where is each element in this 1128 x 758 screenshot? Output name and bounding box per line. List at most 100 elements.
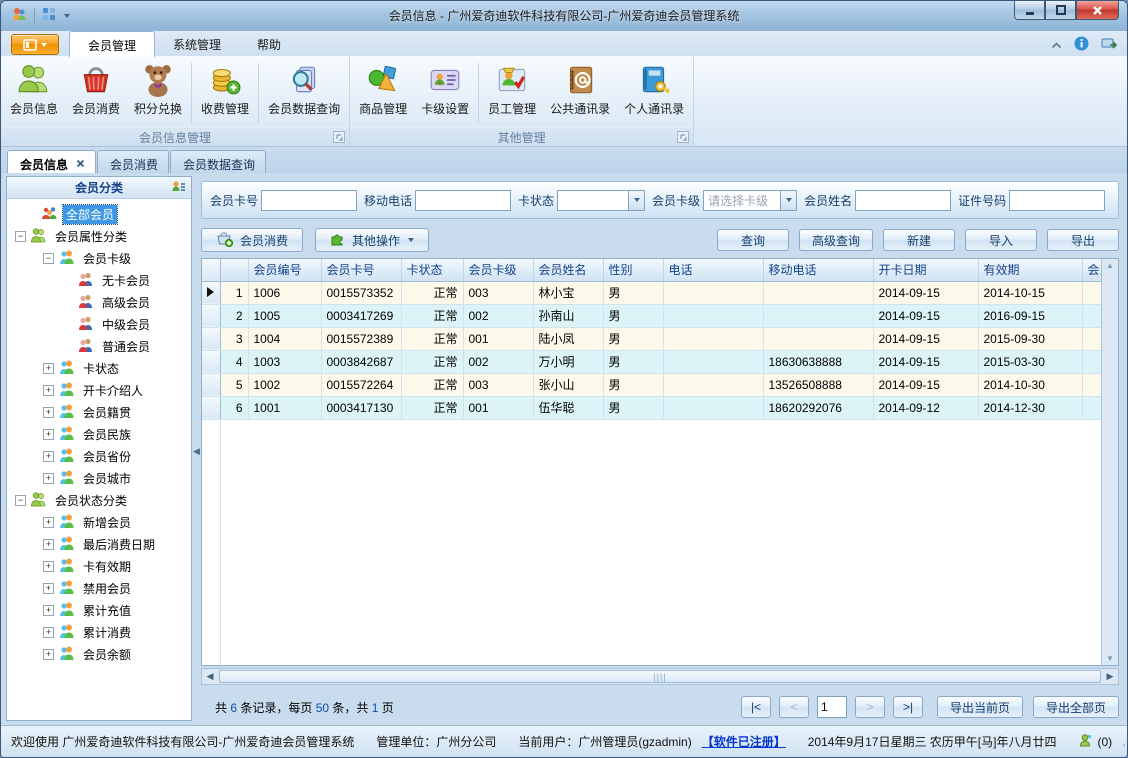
software-registered-link[interactable]: 【软件已注册】 (702, 733, 786, 750)
member-consume-button[interactable]: 会员消费 (201, 228, 304, 252)
dropdown-icon[interactable] (780, 190, 797, 210)
horizontal-scroll-thumb[interactable]: |||| (219, 670, 1101, 683)
tree-item-new-members[interactable]: + 新增会员 (7, 511, 191, 533)
query-button[interactable]: 查询 (716, 229, 789, 251)
tree-item-middle-member[interactable]: 中级会员 (7, 313, 191, 335)
table-row[interactable]: 1 1006 0015573352 正常 003 林小宝 男 2014-09-1… (202, 281, 1101, 305)
scroll-right-icon[interactable]: ▶ (1102, 671, 1118, 682)
tree-item-normal-member[interactable]: 普通会员 (7, 335, 191, 357)
column-header-card-status[interactable]: 卡状态 (401, 259, 464, 282)
card-no-input[interactable] (261, 189, 358, 211)
ribbon-tab-help[interactable]: 帮助 (239, 31, 299, 57)
ribbon-tab-member-mgmt[interactable]: 会员管理 (69, 31, 156, 57)
tree-expand-icon[interactable]: + (43, 362, 54, 374)
next-page-button[interactable]: > (855, 696, 885, 718)
table-row[interactable]: 3 1004 0015572389 正常 001 陆小凤 男 2014-09-1… (202, 327, 1101, 351)
tree-collapse-icon[interactable]: − (43, 252, 54, 264)
column-header-valid-until[interactable]: 有效期 (978, 259, 1083, 282)
column-header-phone[interactable]: 电话 (663, 259, 764, 282)
tree-expand-icon[interactable]: + (43, 560, 54, 572)
tree-item-no-card-member[interactable]: 无卡会员 (7, 269, 191, 291)
ribbon-button-member-consume[interactable]: 会员消费 (65, 59, 127, 127)
ribbon-tab-system-mgmt[interactable]: 系统管理 (155, 31, 239, 57)
ribbon-button-personal-contacts[interactable]: 个人通讯录 (617, 59, 691, 127)
column-header-member-name[interactable]: 会员姓名 (533, 259, 604, 282)
card-level-select[interactable]: 请选择卡级 (703, 189, 798, 211)
mobile-input[interactable] (415, 189, 512, 211)
online-user-icon[interactable] (1078, 733, 1093, 751)
tree-expand-icon[interactable]: + (43, 450, 54, 462)
ribbon-button-fee-mgmt[interactable]: 收费管理 (194, 59, 256, 127)
tree-expand-icon[interactable]: + (43, 538, 54, 550)
tree-expand-icon[interactable]: + (43, 428, 54, 440)
ribbon-button-staff-mgmt[interactable]: 员工管理 (481, 59, 543, 127)
ribbon-button-member-info[interactable]: 会员信息 (3, 59, 65, 127)
vertical-scrollbar[interactable]: ▲ ▼ (1101, 259, 1118, 665)
info-icon[interactable] (1074, 36, 1089, 54)
ribbon-button-card-level-settings[interactable]: 卡级设置 (414, 59, 476, 127)
tree-item-disabled-members[interactable]: + 禁用会员 (7, 577, 191, 599)
prev-page-button[interactable]: < (779, 696, 809, 718)
page-number-input[interactable] (817, 696, 847, 718)
tree-item-member-balance[interactable]: + 会员余额 (7, 643, 191, 665)
group-dialog-launcher-icon[interactable] (333, 131, 346, 143)
column-header-rownum[interactable] (220, 259, 249, 282)
tree-expand-icon[interactable]: + (43, 472, 54, 484)
table-row[interactable]: 4 1003 0003842687 正常 002 万小明 男 186306388… (202, 350, 1101, 374)
tree-collapse-icon[interactable]: − (15, 230, 26, 242)
tree-item-status-category[interactable]: − 会员状态分类 (7, 489, 191, 511)
tree-expand-icon[interactable]: + (43, 516, 54, 528)
maximize-button[interactable] (1045, 1, 1076, 20)
group-dialog-launcher-icon[interactable] (677, 131, 690, 143)
scroll-up-icon[interactable]: ▲ (1106, 261, 1114, 270)
horizontal-scrollbar[interactable]: ◀ |||| ▶ (201, 668, 1119, 685)
tree-collapse-icon[interactable]: − (15, 494, 26, 506)
column-header-open-date[interactable]: 开卡日期 (873, 259, 979, 282)
minimize-button[interactable] (1014, 1, 1045, 20)
id-no-input[interactable] (1009, 189, 1106, 211)
tree-expand-icon[interactable]: + (43, 406, 54, 418)
sidebar-splitter[interactable]: ◀ (192, 176, 200, 721)
doc-tab-member-info[interactable]: 会员信息 (7, 150, 97, 173)
tree-item-card-validity[interactable]: + 卡有效期 (7, 555, 191, 577)
card-status-select[interactable] (557, 189, 646, 211)
column-header-card-no[interactable]: 会员卡号 (321, 259, 402, 282)
export-all-pages-button[interactable]: 导出全部页 (1033, 696, 1119, 718)
switch-window-icon[interactable] (1101, 37, 1118, 54)
collapse-sidebar-icon[interactable]: ◀ (193, 446, 200, 457)
ribbon-button-member-data-query[interactable]: 会员数据查询 (261, 59, 347, 127)
scroll-left-icon[interactable]: ◀ (202, 671, 218, 682)
table-row[interactable]: 2 1005 0003417269 正常 002 孙南山 男 2014-09-1… (202, 304, 1101, 328)
resize-grip-icon[interactable]: ⡠⡢ (1122, 736, 1127, 747)
ribbon-button-goods-mgmt[interactable]: 商品管理 (352, 59, 414, 127)
tree-item-province[interactable]: + 会员省份 (7, 445, 191, 467)
table-row[interactable]: 5 1002 0015572264 正常 003 张小山 男 135265088… (202, 373, 1101, 397)
export-current-page-button[interactable]: 导出当前页 (937, 696, 1023, 718)
tree-item-attribute-category[interactable]: − 会员属性分类 (7, 225, 191, 247)
tree-expand-icon[interactable]: + (43, 604, 54, 616)
export-button[interactable]: 导出 (1047, 229, 1119, 251)
dropdown-icon[interactable] (628, 190, 645, 210)
category-settings-icon[interactable] (171, 180, 186, 198)
tree-item-total-recharge[interactable]: + 累计充值 (7, 599, 191, 621)
tree-item-city[interactable]: + 会员城市 (7, 467, 191, 489)
column-header-gender[interactable]: 性别 (603, 259, 664, 282)
close-button[interactable] (1076, 1, 1119, 20)
table-row[interactable]: 6 1001 0003417130 正常 001 伍华聪 男 186202920… (202, 396, 1101, 420)
tree-expand-icon[interactable]: + (43, 384, 54, 396)
column-header-card-level[interactable]: 会员卡级 (463, 259, 534, 282)
tree-item-senior-member[interactable]: 高级会员 (7, 291, 191, 313)
doc-tab-member-consume[interactable]: 会员消费 (97, 150, 170, 173)
tree-item-all-members[interactable]: 全部会员 (7, 203, 191, 225)
tree-item-last-consume-date[interactable]: + 最后消费日期 (7, 533, 191, 555)
doc-tab-member-data-query[interactable]: 会员数据查询 (170, 150, 267, 173)
scroll-down-icon[interactable]: ▼ (1106, 654, 1114, 663)
tree-item-card-status[interactable]: + 卡状态 (7, 357, 191, 379)
advanced-query-button[interactable]: 高级查询 (798, 229, 873, 251)
tree-expand-icon[interactable]: + (43, 648, 54, 660)
tree-item-total-consume[interactable]: + 累计消费 (7, 621, 191, 643)
collapse-ribbon-icon[interactable] (1051, 38, 1062, 52)
tree-item-card-introducer[interactable]: + 开卡介绍人 (7, 379, 191, 401)
last-page-button[interactable]: >| (893, 696, 923, 718)
column-header-selector[interactable] (202, 259, 221, 282)
